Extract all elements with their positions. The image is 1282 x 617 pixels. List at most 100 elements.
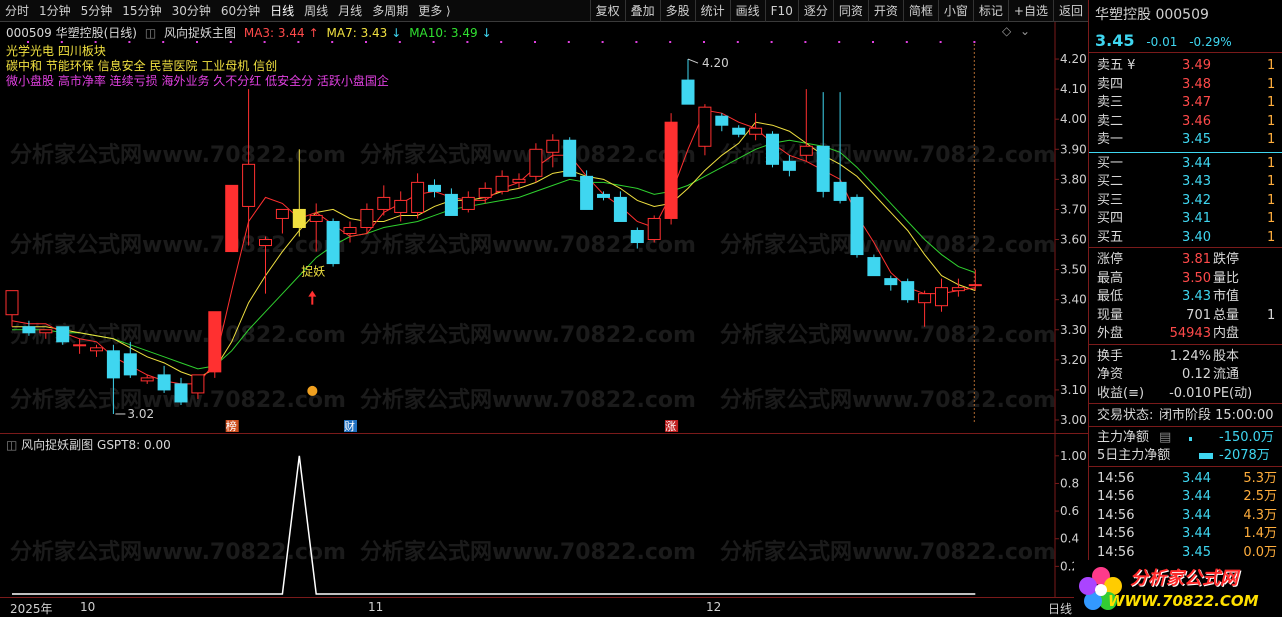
main-net-label: 主力净额 (1097, 429, 1150, 445)
signal-dot (331, 41, 334, 43)
main-chart-pane[interactable]: 分析家公式网www.70822.com 分析家公式网www.70822.com … (0, 22, 1088, 433)
signal-dot (939, 41, 942, 43)
toolbar-button[interactable]: 开资 (867, 0, 903, 22)
main-indicator-name[interactable]: 风向捉妖主图 (164, 26, 236, 40)
toolbar-button[interactable]: 返回 (1052, 0, 1088, 22)
chevron-down-icon[interactable]: ⌄ (1020, 24, 1030, 38)
sub-indicator-name[interactable]: 风向捉妖副图 (21, 438, 93, 452)
order-book-row[interactable]: 卖一 3.45 1 (1089, 131, 1282, 150)
order-book-row[interactable]: 买二 3.43 1 (1089, 173, 1282, 192)
money-bag-icon (307, 385, 318, 396)
order-book-row[interactable]: 卖四 3.48 1 (1089, 76, 1282, 95)
event-label: 财 (344, 419, 355, 433)
order-book-row[interactable]: 买四 3.41 1 (1089, 210, 1282, 229)
period-tab[interactable]: 更多 ⟩ (413, 0, 456, 22)
order-book-row[interactable]: 卖五 ¥ 3.49 1 (1089, 57, 1282, 76)
tick-volume: 4.3万 (1243, 507, 1277, 523)
candle-body (563, 139, 577, 177)
period-tab[interactable]: 1分钟 (34, 0, 76, 22)
order-book-row[interactable]: 卖二 3.46 1 (1089, 113, 1282, 132)
stats-block-2: 换手 1.24% 股本 净资 0.12 流通 收益(≡) -0.010 PE(动) (1089, 343, 1282, 404)
time-label-dec: 12 (706, 600, 722, 614)
period-tab[interactable]: 月线 (333, 0, 367, 22)
collapse-icon[interactable]: ◫ (6, 438, 17, 452)
toolbar-button[interactable]: +自选 (1007, 0, 1053, 22)
level-volume: 1 (1267, 95, 1276, 110)
candle-body (850, 196, 864, 256)
candle-body (56, 326, 70, 343)
period-tab[interactable]: 日线 (265, 0, 299, 22)
level-label: 卖三 (1097, 95, 1124, 110)
level-price: 3.44 (1182, 155, 1211, 171)
stat-row: 收益(≡) -0.010 PE(动) (1089, 385, 1282, 404)
tick-row: 14:56 3.44 2.5万 (1089, 488, 1282, 507)
signal-dot (466, 41, 469, 43)
stat-value: 1.24% (1169, 348, 1211, 364)
order-book-row[interactable]: 买五 3.40 1 (1089, 229, 1282, 248)
toolbar-button[interactable]: 标记 (972, 0, 1008, 22)
toolbar-button[interactable]: 统计 (694, 0, 730, 22)
candle-body (715, 115, 729, 126)
signal-dot (872, 41, 874, 43)
period-tab[interactable]: 60分钟 (216, 0, 265, 22)
candle-body (444, 193, 458, 216)
level-label: 买四 (1097, 211, 1124, 226)
stat-value: 701 (1186, 307, 1211, 323)
level-volume: 1 (1267, 174, 1276, 189)
period-tab[interactable]: 5分钟 (76, 0, 118, 22)
sub-chart-pane[interactable]: 分析家公式网www.70822.com 分析家公式网www.70822.com … (0, 433, 1088, 598)
period-tab[interactable]: 周线 (299, 0, 333, 22)
candle-body (428, 184, 441, 192)
toolbar-button[interactable]: 逐分 (797, 0, 833, 22)
y-tick-label: 3.90 (1060, 142, 1087, 156)
level-price: 3.47 (1182, 95, 1211, 110)
sub-indicator-chart[interactable]: 1.000.80.60.40.2 (0, 434, 1088, 598)
candle-body (664, 121, 678, 219)
up-arrow-icon: ↑ (308, 26, 319, 40)
tick-row: 14:56 3.44 4.3万 (1089, 507, 1282, 526)
period-tab[interactable]: 分时 (0, 0, 34, 22)
candle-body (698, 106, 712, 147)
stat-label: 量比 (1213, 270, 1240, 286)
candle-body (242, 163, 256, 207)
level-label: 买五 (1097, 229, 1124, 245)
period-tab[interactable]: 多周期 (367, 0, 413, 22)
gspt8-value: GSPT8: 0.00 (97, 438, 171, 452)
stat-value: -0.010 (1169, 385, 1211, 401)
stat-label: 股本 (1213, 348, 1240, 364)
order-book-row[interactable]: 买三 3.42 1 (1089, 192, 1282, 211)
tick-price: 3.44 (1182, 489, 1211, 504)
candle-body (140, 377, 154, 382)
period-tab[interactable]: 15分钟 (117, 0, 166, 22)
order-book-row[interactable]: 卖三 3.47 1 (1089, 94, 1282, 113)
candle-body (766, 133, 779, 165)
collapse-icon[interactable]: ◫ (145, 26, 156, 40)
candle-body (39, 329, 53, 334)
toolbar-button[interactable]: 同资 (832, 0, 868, 22)
signal-dot (973, 41, 976, 43)
trade-status-label: 交易状态: (1097, 408, 1154, 423)
toolbar-button[interactable]: 复权 (589, 0, 625, 22)
diamond-icon[interactable]: ◇ (1002, 24, 1011, 38)
toolbar-button[interactable]: 多股 (659, 0, 695, 22)
toolbar-button[interactable]: F10 (764, 0, 798, 22)
level-label: 买一 (1097, 155, 1124, 171)
order-book: 卖五 ¥ 3.49 1 卖四 3.48 1 卖三 3.47 1 卖二 3.46 1 卖一 3.45 1 买一 3… (1089, 52, 1282, 247)
candle-body (918, 293, 932, 304)
candle-body (123, 353, 137, 376)
toolbar-button[interactable]: 叠加 (624, 0, 660, 22)
toolbar-button[interactable]: 简框 (902, 0, 938, 22)
toolbar-button[interactable]: 小窗 (937, 0, 973, 22)
period-tab[interactable]: 30分钟 (167, 0, 216, 22)
menu-icon[interactable]: ▤ (1159, 429, 1171, 448)
toolbar-button[interactable]: 画线 (729, 0, 765, 22)
y-tick-label: 1.00 (1060, 449, 1087, 463)
event-label: 榜 (226, 419, 237, 433)
order-book-row[interactable]: 买一 3.44 1 (1089, 155, 1282, 174)
stat-label: 总量 (1213, 307, 1240, 323)
y-tick-label: 3.70 (1060, 202, 1087, 216)
time-axis: 2025年 10 11 12 日线 (0, 597, 1088, 617)
period-label[interactable]: 日线 (1048, 600, 1072, 617)
ma7-value: MA7: 3.43 (326, 26, 388, 40)
stock-code-label: 000509 华塑控股(日线) (6, 26, 137, 40)
